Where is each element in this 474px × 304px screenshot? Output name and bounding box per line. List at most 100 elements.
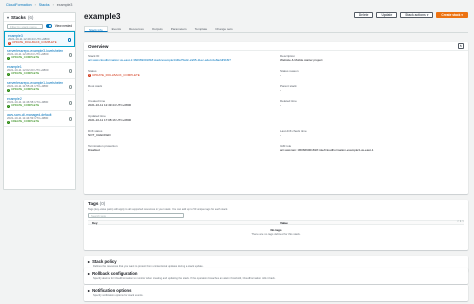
stack-status-text: UPDATE_COMPLETE (11, 87, 40, 92)
stack-status-text: CREATE_COMPLETE (11, 119, 40, 124)
stack-list-item[interactable]: serverlessrepo-example3-lovelshelen 2021-… (4, 47, 75, 63)
view-nested-label: View nested (54, 24, 72, 28)
stack-list-item[interactable]: aws-sam-cli-managed-default 2021-10-11 11… (4, 111, 75, 127)
refresh-button[interactable]: ↻ (458, 43, 464, 49)
description-field: Description Website & Mobile starter pro… (280, 54, 460, 62)
breadcrumb-stacks[interactable]: Stacks (39, 3, 50, 7)
stack-radio[interactable] (68, 53, 72, 57)
caret-down-icon: ▾ (426, 13, 429, 17)
chevron-right-icon: › (34, 3, 36, 7)
caret-right-icon: ▸ (88, 271, 91, 276)
rollback-title: Rollback configuration (92, 271, 138, 276)
root-stack-label: Root stack (88, 84, 103, 88)
stack-radio[interactable] (68, 101, 72, 105)
tab-resources[interactable]: Resources (125, 26, 148, 32)
deleted-time-label: Deleted time (280, 99, 297, 103)
check-icon: ✓ (7, 56, 10, 60)
status-text: UPDATE_ROLLBACK_COMPLETE (92, 73, 140, 77)
stack-list-item[interactable]: example2 2021-10-11 11:46:58 UTC+0800 ✓ UPD… (4, 95, 75, 111)
notification-title: Notification options (92, 288, 132, 293)
deleted-time-value: - (280, 103, 281, 107)
stack-status-text: UPDATE_COMPLETE (11, 55, 40, 60)
stack-radio[interactable] (67, 38, 71, 42)
tags-search-input[interactable]: Search tags (88, 213, 184, 218)
stack-list-item[interactable]: example1 2021-10-11 12:02:20 UTC+0800 ✓ UPD… (4, 63, 75, 79)
tab-events[interactable]: Events (108, 26, 125, 32)
tab-outputs[interactable]: Outputs (148, 26, 167, 32)
stacks-title: Stacks (11, 14, 26, 20)
status-value: × UPDATE_ROLLBACK_COMPLETE (88, 73, 140, 77)
tab-change-sets[interactable]: Change sets (211, 26, 236, 32)
update-button[interactable]: Update (376, 12, 398, 18)
stack-status: ✓ UPDATE_COMPLETE (7, 56, 72, 60)
chevron-right-icon: › (52, 3, 54, 7)
breadcrumb-cloudformation[interactable]: CloudFormation (6, 3, 32, 7)
col-value[interactable]: Value (276, 221, 464, 225)
empty-subtitle: There are no tags defined for this stack… (251, 232, 301, 236)
created-time-value: 2021-10-11 12:49:44 UTC+0800 (88, 103, 132, 107)
refresh-icon: ↻ (459, 44, 463, 48)
status-reason-value: - (280, 73, 281, 77)
stack-status-text: UPDATE_COMPLETE (11, 103, 40, 108)
stack-actions-button[interactable]: Stack actions ▾ (400, 12, 434, 18)
breadcrumb-current: example3 (56, 3, 73, 7)
stacks-panel: ▾ Stacks (6) Filter by stack name View n… (3, 12, 76, 190)
tags-header: Tags (0) (84, 200, 468, 207)
caret-right-icon: ▸ (88, 259, 91, 264)
stack-list: example3 2021-10-11 12:49:44 UTC+0800 × UPD… (4, 31, 75, 127)
stack-list-item[interactable]: example3 2021-10-11 12:49:44 UTC+0800 × UPD… (4, 31, 75, 47)
rollback-configuration-section[interactable]: ▸ Rollback configuration Specify alarms f… (84, 268, 468, 284)
notification-options-section[interactable]: ▸ Notification options Specify notificati… (84, 285, 468, 301)
root-stack-field: Root stack - (88, 84, 102, 92)
stack-status-text: UPDATE_COMPLETE (11, 71, 40, 76)
last-drift-value: - (280, 133, 281, 137)
stack-radio[interactable] (68, 69, 72, 73)
updated-time-field: Updated time 2021-10-11 17:08:16 UTC+080… (88, 114, 131, 122)
check-icon: ✓ (7, 72, 10, 76)
drift-status-field: Drift status NOT_CHECKED (88, 129, 111, 137)
tab-stack-info[interactable]: Stack info (84, 26, 108, 32)
stack-status: ✓ UPDATE_COMPLETE (7, 88, 72, 92)
tab-parameters[interactable]: Parameters (167, 26, 191, 32)
tags-empty-state: No tags There are no tags defined for th… (84, 228, 468, 236)
delete-button[interactable]: Delete (353, 12, 374, 18)
stack-id-field: Stack ID arn:aws:cloudformation:us-east-… (88, 54, 268, 62)
updated-time-value: 2021-10-11 17:08:16 UTC+0800 (88, 118, 132, 122)
stack-status: ✓ CREATE_COMPLETE (7, 120, 72, 124)
termination-protection-value: Disabled (88, 148, 100, 152)
caret-down-icon: ▾ (461, 13, 463, 17)
parent-stack-field: Parent stack - (280, 84, 297, 92)
stack-radio[interactable] (68, 85, 72, 89)
page-title: example3 (84, 12, 121, 21)
status-reason-field: Status reason - (280, 69, 299, 77)
tab-template[interactable]: Template (191, 26, 212, 32)
check-icon: ✓ (7, 88, 10, 92)
overview-title: Overview (88, 43, 109, 49)
rollback-desc: Specify alarms for CloudFormation to mon… (93, 277, 276, 280)
stack-status: ✓ UPDATE_COMPLETE (7, 72, 72, 76)
breadcrumb: CloudFormation › Stacks › example3 (6, 3, 72, 7)
stack-list-item[interactable]: serverlessrepo-example1-lovelshelen 2021-… (4, 79, 75, 95)
last-drift-field: Last drift check time - (280, 129, 307, 137)
stack-id-value[interactable]: arn:aws:cloudformation:us-east-1:3606690… (88, 58, 268, 62)
status-reason-label: Status reason (280, 69, 299, 73)
tags-pagination[interactable]: < 1 > (457, 219, 464, 223)
stack-filter-input[interactable]: Filter by stack name (7, 23, 43, 29)
tags-count: (0) (99, 201, 106, 206)
create-stack-button[interactable]: Create stack ▾ (436, 12, 468, 18)
overview-panel: Overview ↻ Stack ID arn:aws:cloudformati… (84, 42, 468, 194)
stack-status: ✓ UPDATE_COMPLETE (7, 104, 72, 108)
stack-radio[interactable] (68, 117, 72, 121)
chevron-down-icon[interactable]: ▾ (7, 15, 9, 20)
view-nested-toggle[interactable] (45, 24, 52, 28)
col-key[interactable]: Key (88, 221, 276, 225)
iam-role-value: arn:aws:iam::360669001818:role/CloudForm… (280, 148, 374, 152)
stack-status-text: UPDATE_ROLLBACK_COMPLETE (12, 40, 57, 45)
header-actions: Delete Update Stack actions ▾ Create sta… (353, 12, 468, 18)
overview-header: Overview ↻ (84, 42, 468, 51)
drift-status-value: NOT_CHECKED (88, 133, 111, 137)
stacks-toolbar: Filter by stack name View nested (4, 22, 75, 31)
stack-policy-title: Stack policy (92, 259, 117, 264)
deleted-time-field: Deleted time - (280, 99, 297, 107)
termination-protection-field: Termination protection Disabled (88, 144, 118, 152)
